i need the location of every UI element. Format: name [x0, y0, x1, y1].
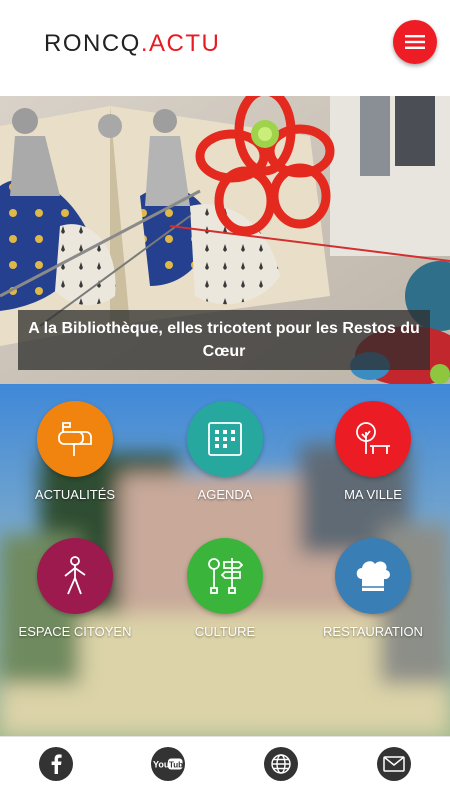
tile-actualites-label: ACTUALITÉS [34, 487, 116, 502]
website-button[interactable] [264, 747, 298, 781]
youtube-button[interactable]: You Tube [151, 747, 185, 781]
tree-bench-icon [356, 422, 390, 454]
globe-icon [271, 754, 291, 774]
tile-culture-label: CULTURE [194, 624, 256, 639]
app-header: RONCQ.ACTU [0, 0, 450, 96]
tile-ma-ville[interactable]: MA VILLE [298, 401, 448, 502]
tile-restauration-label: RESTAURATION [323, 624, 423, 639]
calendar-icon [208, 422, 242, 456]
youtube-icon: You Tube [153, 758, 183, 770]
menu-button[interactable] [393, 20, 437, 64]
chef-hat-icon [356, 561, 390, 591]
hamburger-menu-icon [405, 35, 425, 49]
footer-social-bar: You Tube [0, 736, 450, 800]
tile-culture[interactable]: CULTURE [150, 538, 300, 639]
svg-text:You: You [153, 760, 169, 770]
hero-news-banner[interactable]: A la Bibliothèque, elles tricotent pour … [0, 96, 450, 384]
person-icon [64, 556, 86, 595]
tile-actualites[interactable]: ACTUALITÉS [0, 401, 150, 502]
svg-text:Tube: Tube [169, 761, 183, 770]
mail-button[interactable] [377, 747, 411, 781]
tile-restauration[interactable]: RESTAURATION [298, 538, 448, 639]
tile-agenda[interactable]: AGENDA [150, 401, 300, 502]
tile-actualites-circle [37, 401, 113, 477]
tile-espace-citoyen-label: ESPACE CITOYEN [18, 624, 132, 639]
main-menu-grid: ACTUALITÉS AGENDA MA VILLE ESPACE CITOYE… [0, 384, 450, 736]
signpost-icon [208, 558, 244, 594]
tile-agenda-circle [187, 401, 263, 477]
logo-accent-text: .ACTU [140, 30, 221, 57]
mail-icon [383, 756, 405, 772]
mailbox-icon [58, 422, 92, 456]
tile-ma-ville-circle [335, 401, 411, 477]
tile-restauration-circle [335, 538, 411, 614]
facebook-icon [51, 754, 62, 774]
tile-espace-citoyen-circle [37, 538, 113, 614]
logo-main-text: RONCQ [44, 30, 141, 57]
tile-agenda-label: AGENDA [197, 487, 253, 502]
app-logo[interactable]: RONCQ.ACTU [44, 30, 220, 58]
tile-culture-circle [187, 538, 263, 614]
tile-espace-citoyen[interactable]: ESPACE CITOYEN [0, 538, 150, 639]
facebook-button[interactable] [39, 747, 73, 781]
hero-caption[interactable]: A la Bibliothèque, elles tricotent pour … [18, 310, 430, 370]
tile-ma-ville-label: MA VILLE [344, 487, 402, 502]
